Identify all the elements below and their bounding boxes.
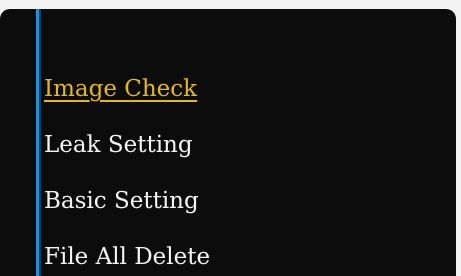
menu-item-basic-setting[interactable]: Basic Setting xyxy=(44,173,210,229)
menu-item-image-check[interactable]: Image Check xyxy=(44,61,210,117)
device-screen: Image Check Leak Setting Basic Setting F… xyxy=(0,0,461,276)
menu-accent-bar-shadow xyxy=(39,9,41,276)
settings-menu: Image Check Leak Setting Basic Setting F… xyxy=(44,61,210,276)
menu-item-file-all-delete[interactable]: File All Delete xyxy=(44,229,210,276)
menu-panel: Image Check Leak Setting Basic Setting F… xyxy=(0,9,456,276)
menu-item-leak-setting[interactable]: Leak Setting xyxy=(44,117,210,173)
